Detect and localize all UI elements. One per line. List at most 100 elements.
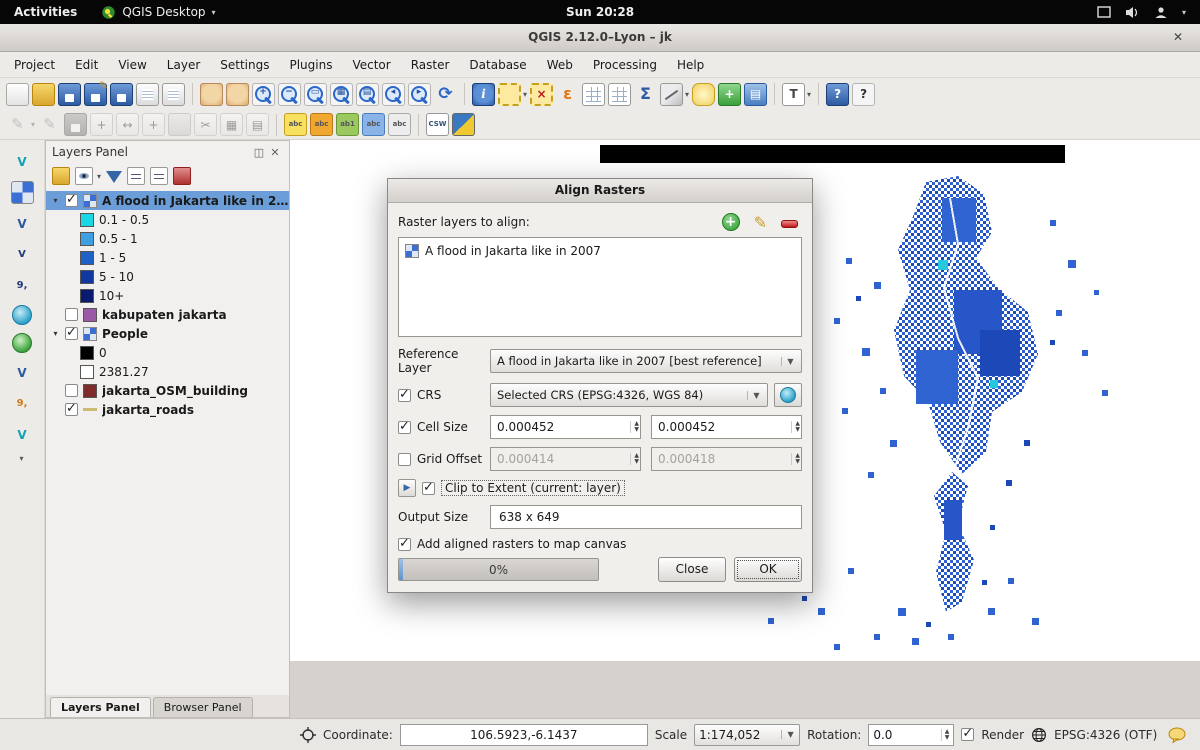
tab-browser-panel[interactable]: Browser Panel — [153, 697, 253, 717]
node-tool-icon[interactable]: + — [142, 113, 165, 136]
cut-features-icon[interactable]: ✂ — [194, 113, 217, 136]
label-toolbar-icon[interactable]: abc — [284, 113, 307, 136]
layer-row-kabupaten[interactable]: kabupaten jakarta — [46, 305, 289, 324]
new-bookmark-icon[interactable]: + — [718, 83, 741, 106]
current-edits-icon[interactable]: ✎ — [6, 113, 29, 136]
help-contents-icon[interactable]: ? — [826, 83, 849, 106]
whats-this-icon[interactable]: ? — [852, 83, 875, 106]
chevron-down-icon[interactable]: ▾ — [523, 90, 527, 99]
menu-project[interactable]: Project — [4, 54, 65, 76]
delete-selected-icon[interactable] — [168, 113, 191, 136]
add-vector-layer-icon[interactable]: V — [11, 150, 34, 173]
cell-size-y-spinbox[interactable]: 0.000452 ▲▼ — [651, 415, 802, 439]
legend-class-row[interactable]: 0.1 - 0.5 — [46, 210, 289, 229]
add-wms-layer-icon[interactable] — [12, 305, 32, 325]
chevron-down-icon[interactable]: ▾ — [19, 454, 23, 463]
menu-help[interactable]: Help — [667, 54, 714, 76]
spinner-arrows-icon[interactable]: ▲▼ — [791, 421, 800, 433]
layer-row-roads[interactable]: jakarta_roads — [46, 400, 289, 419]
add-group-icon[interactable] — [52, 167, 70, 185]
window-titlebar[interactable]: QGIS 2.12.0–Lyon – jk ✕ — [0, 24, 1200, 52]
add-layer-icon[interactable]: + — [722, 213, 740, 231]
identify-features-icon[interactable]: i — [472, 83, 495, 106]
label-pin-icon[interactable]: abc — [310, 113, 333, 136]
crs-select[interactable]: Selected CRS (EPSG:4326, WGS 84) ▼ — [490, 383, 768, 407]
reference-layer-select[interactable]: A flood in Jakarta like in 2007 [best re… — [490, 349, 802, 373]
zoom-to-layer-icon[interactable]: ▤ — [356, 83, 379, 106]
add-wcs-layer-icon[interactable] — [12, 333, 32, 353]
ok-button[interactable]: OK — [734, 557, 802, 582]
close-button[interactable]: Close — [658, 557, 726, 582]
remove-layer-icon[interactable] — [781, 220, 798, 228]
text-annotation-icon[interactable]: T — [782, 83, 805, 106]
new-project-icon[interactable] — [6, 83, 29, 106]
legend-class-row[interactable]: 0.5 - 1 — [46, 229, 289, 248]
new-shapefile-layer-icon[interactable]: V — [11, 423, 34, 446]
menu-settings[interactable]: Settings — [210, 54, 279, 76]
zoom-in-icon[interactable]: + — [252, 83, 275, 106]
crs-globe-icon[interactable] — [1031, 727, 1047, 743]
menu-processing[interactable]: Processing — [583, 54, 667, 76]
toggle-editing-icon[interactable]: ✎ — [38, 113, 61, 136]
chevron-down-icon[interactable]: ▾ — [97, 172, 101, 181]
close-panel-icon[interactable]: ✕ — [267, 146, 283, 159]
legend-class-row[interactable]: 5 - 10 — [46, 267, 289, 286]
coordinate-capture-icon[interactable] — [300, 727, 316, 743]
crs-status[interactable]: EPSG:4326 (OTF) — [1054, 728, 1157, 742]
add-spatialite-layer-icon[interactable]: V — [11, 243, 34, 266]
dialog-titlebar[interactable]: Align Rasters — [388, 179, 812, 203]
layer-checkbox[interactable] — [65, 194, 78, 207]
render-checkbox[interactable] — [961, 728, 974, 741]
move-feature-icon[interactable]: ↔ — [116, 113, 139, 136]
legend-class-row[interactable]: 10+ — [46, 286, 289, 305]
add-feature-icon[interactable]: + — [90, 113, 113, 136]
zoom-next-icon[interactable]: ▸ — [408, 83, 431, 106]
raster-layers-list[interactable]: A flood in Jakarta like in 2007 — [398, 237, 802, 337]
scale-combobox[interactable]: 1:174,052 ▼ — [694, 724, 800, 746]
save-project-icon[interactable] — [58, 83, 81, 106]
edit-layer-icon[interactable]: ✎ — [754, 213, 767, 232]
layer-checkbox[interactable] — [65, 308, 78, 321]
cell-size-x-spinbox[interactable]: 0.000452 ▲▼ — [490, 415, 641, 439]
deselect-all-icon[interactable]: × — [530, 83, 553, 106]
python-console-icon[interactable] — [452, 113, 475, 136]
grid-offset-checkbox[interactable] — [398, 453, 411, 466]
zoom-out-icon[interactable]: − — [278, 83, 301, 106]
show-statistics-icon[interactable]: Σ — [634, 83, 657, 106]
app-menu[interactable]: QGIS Desktop ▾ — [91, 0, 225, 24]
coordinate-input[interactable]: 106.5923,-6.1437 — [400, 724, 648, 746]
add-mssql-layer-icon[interactable]: 9, — [11, 274, 34, 297]
layer-row-osm-building[interactable]: jakarta_OSM_building — [46, 381, 289, 400]
messages-bubble-icon[interactable] — [1168, 727, 1187, 743]
save-map-as-image-icon[interactable] — [110, 83, 133, 106]
add-raster-layer-icon[interactable] — [11, 181, 34, 204]
legend-class-row[interactable]: 2381.27 — [46, 362, 289, 381]
rotation-spinbox[interactable]: 0.0 ▲▼ — [868, 724, 954, 746]
layer-checkbox[interactable] — [65, 384, 78, 397]
clip-extent-label[interactable]: Clip to Extent (current: layer) — [441, 480, 625, 496]
menu-edit[interactable]: Edit — [65, 54, 108, 76]
activities-button[interactable]: Activities — [0, 0, 91, 24]
expander-icon[interactable]: ▾ — [51, 329, 60, 338]
copy-features-icon[interactable]: ▦ — [220, 113, 243, 136]
list-item[interactable]: A flood in Jakarta like in 2007 — [405, 242, 795, 260]
spinner-arrows-icon[interactable]: ▲▼ — [630, 421, 639, 433]
legend-class-row[interactable]: 0 — [46, 343, 289, 362]
clip-extent-menu-button[interactable]: ▶ — [398, 479, 416, 497]
window-close-button[interactable]: ✕ — [1166, 24, 1190, 51]
legend-class-row[interactable]: 1 - 5 — [46, 248, 289, 267]
composer-manager-icon[interactable] — [162, 83, 185, 106]
layer-checkbox[interactable] — [65, 403, 78, 416]
remove-layer-icon[interactable] — [173, 167, 191, 185]
pan-map-icon[interactable] — [200, 83, 223, 106]
cell-size-checkbox[interactable] — [398, 421, 411, 434]
refresh-map-icon[interactable]: ⟳ — [434, 83, 457, 106]
label-settings-icon[interactable]: ab1 — [336, 113, 359, 136]
field-calculator-icon[interactable] — [608, 83, 631, 106]
open-project-icon[interactable] — [32, 83, 55, 106]
menu-layer[interactable]: Layer — [157, 54, 210, 76]
crs-checkbox[interactable] — [398, 389, 411, 402]
tab-layers-panel[interactable]: Layers Panel — [50, 697, 151, 717]
chevron-down-icon[interactable]: ▾ — [685, 90, 689, 99]
add-wfs-layer-icon[interactable]: V — [11, 361, 34, 384]
